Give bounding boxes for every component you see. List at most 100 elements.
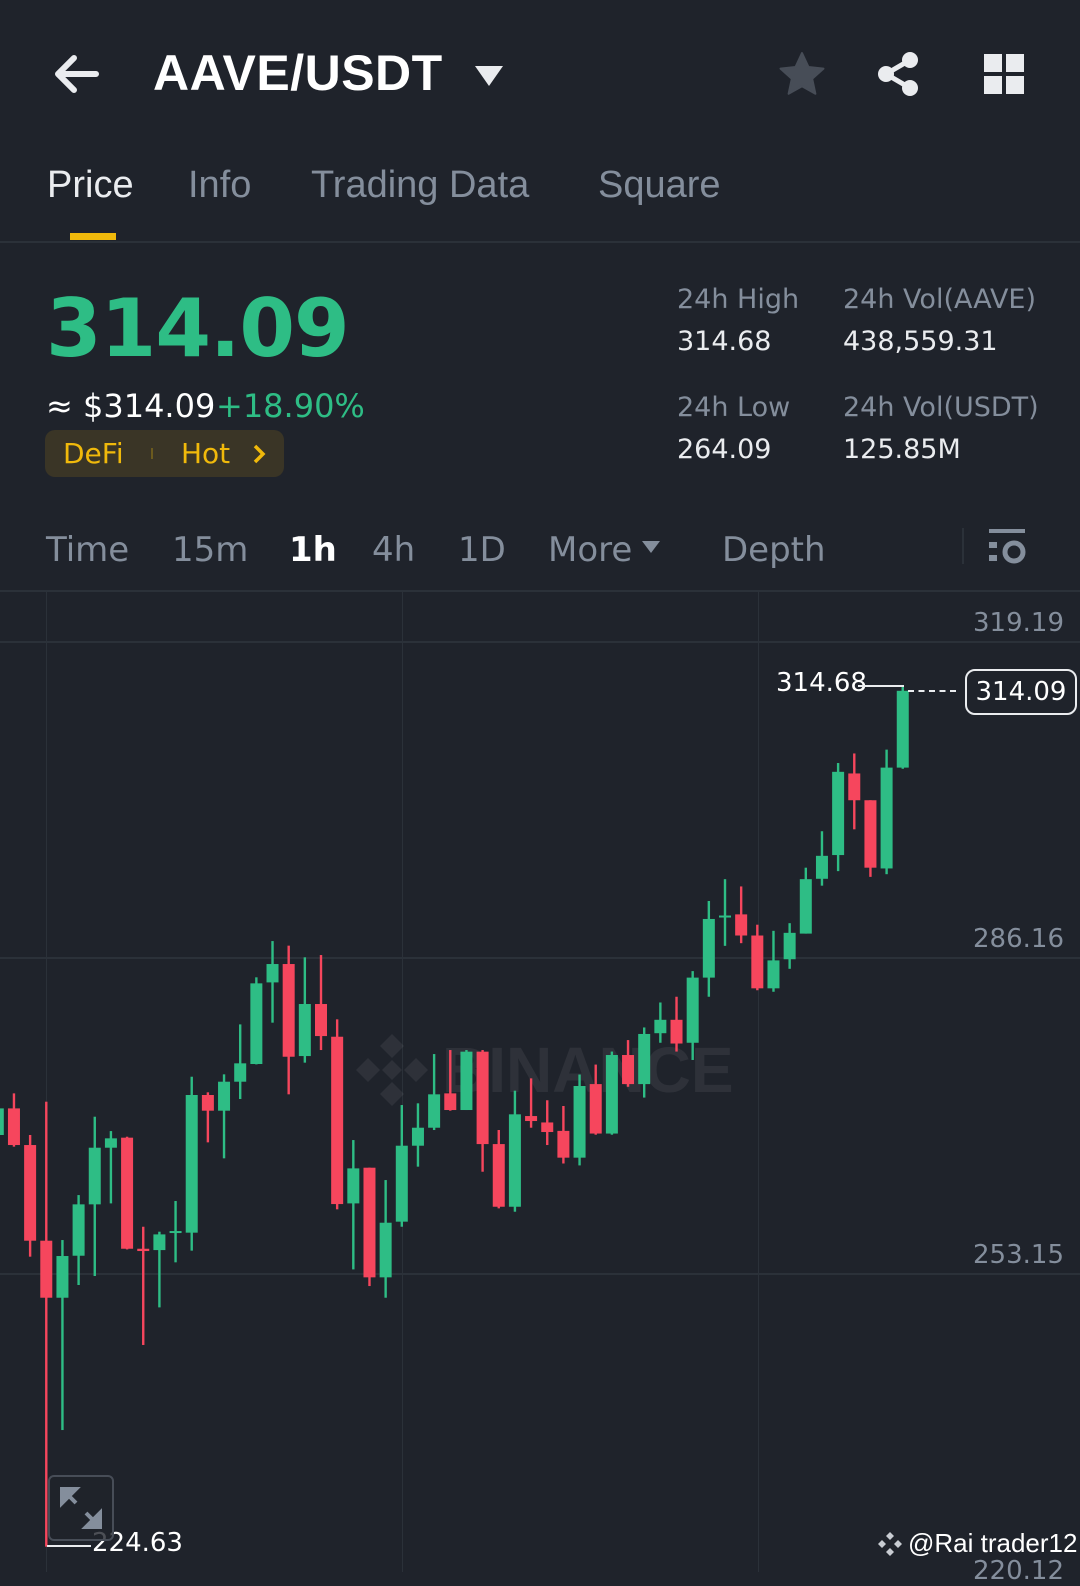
candle-wick — [239, 1024, 242, 1100]
candle-body — [557, 1130, 570, 1158]
candle-up — [702, 900, 715, 997]
candle-down — [864, 800, 877, 877]
candle-body — [541, 1122, 554, 1133]
candle-up — [880, 749, 893, 875]
candle-body — [411, 1127, 424, 1146]
fullscreen-button[interactable] — [48, 1475, 114, 1541]
candle-up — [815, 831, 828, 886]
candle-body — [751, 935, 764, 989]
candle-wick — [142, 1226, 145, 1345]
candle-down — [315, 955, 327, 1051]
candle-body — [605, 1055, 618, 1134]
candle-up — [298, 957, 311, 1063]
candle-up — [428, 1054, 441, 1131]
expand-icon — [60, 1487, 102, 1529]
candle-up — [896, 685, 909, 769]
candle-body — [0, 1108, 4, 1135]
candle-down — [589, 1064, 602, 1135]
current-price-tag[interactable]: 314.09 — [965, 669, 1077, 715]
candle-body — [686, 977, 699, 1043]
candle-body — [848, 773, 861, 801]
candle-down — [557, 1106, 570, 1164]
candle-down — [525, 1078, 538, 1128]
candle-up — [832, 763, 845, 872]
credit-watermark: @Rai trader12 — [876, 1528, 1077, 1559]
candle-up — [783, 923, 796, 969]
candle-up — [218, 1074, 231, 1159]
candle-body — [719, 915, 731, 918]
candle-body — [428, 1094, 441, 1128]
candle-body — [153, 1234, 166, 1251]
candle-body — [702, 918, 715, 978]
candle-body — [315, 1004, 327, 1037]
candle-body — [508, 1114, 521, 1207]
candle-body — [767, 960, 780, 989]
candle-body — [298, 1004, 311, 1057]
candle-body — [7, 1108, 20, 1146]
high-marker-line — [858, 685, 904, 687]
candle-down — [282, 945, 295, 1095]
candle-down — [444, 1050, 457, 1111]
candle-up — [573, 1074, 586, 1166]
candle-body — [347, 1168, 360, 1204]
candle-wick — [723, 879, 727, 946]
candle-body — [331, 1036, 344, 1205]
candle-up — [0, 1108, 4, 1135]
candle-down — [622, 1040, 635, 1087]
candle-down — [201, 1092, 214, 1143]
candle-body — [234, 1063, 247, 1082]
candle-down — [24, 1134, 37, 1257]
candle-body — [282, 964, 295, 1057]
candle-up — [719, 879, 731, 946]
candle-body — [379, 1222, 392, 1278]
candle-body — [492, 1144, 505, 1207]
candle-down — [670, 996, 683, 1052]
candle-wick — [352, 1140, 355, 1270]
candle-body — [654, 1019, 667, 1034]
candle-body — [589, 1084, 602, 1134]
candle-up — [767, 930, 780, 992]
candle-body — [24, 1145, 37, 1241]
candle-body — [864, 800, 877, 868]
candle-down — [848, 753, 861, 830]
candle-up — [686, 971, 699, 1060]
candle-up — [234, 1024, 247, 1100]
candle-up — [395, 1105, 408, 1227]
candle-down — [7, 1093, 20, 1147]
candle-down — [121, 1136, 134, 1250]
candle-body — [832, 771, 845, 856]
candle-up — [379, 1180, 392, 1298]
candle-body — [137, 1248, 150, 1252]
candlestick-chart[interactable] — [0, 0, 1080, 1570]
candle-body — [121, 1137, 134, 1249]
candle-down — [541, 1100, 554, 1146]
candle-up — [250, 977, 263, 1065]
candle-up — [508, 1090, 521, 1212]
candle-body — [670, 1019, 683, 1044]
candle-body — [880, 767, 893, 869]
candle-down — [331, 1019, 344, 1210]
candle-body — [573, 1086, 586, 1158]
candle-up — [411, 1103, 424, 1167]
candle-up — [347, 1140, 360, 1270]
candle-body — [104, 1138, 117, 1148]
binance-square-icon — [878, 1531, 902, 1556]
candle-body — [395, 1145, 408, 1222]
candle-down — [735, 886, 748, 944]
candle-body — [218, 1081, 231, 1111]
candle-body — [622, 1055, 635, 1085]
candle-up — [460, 1050, 473, 1111]
candle-up — [654, 1002, 667, 1043]
candle-up — [638, 1027, 651, 1098]
candle-up — [88, 1116, 101, 1277]
candle-down — [751, 924, 764, 991]
candle-down — [363, 1167, 376, 1287]
candle-down — [137, 1226, 150, 1345]
candle-up — [56, 1240, 69, 1431]
candle-up — [185, 1076, 198, 1251]
candle-up — [153, 1231, 166, 1308]
credit-text: @Rai trader12 — [908, 1528, 1078, 1558]
candle-up — [799, 867, 812, 934]
candle-up — [605, 1051, 618, 1135]
candle-body — [638, 1033, 651, 1085]
